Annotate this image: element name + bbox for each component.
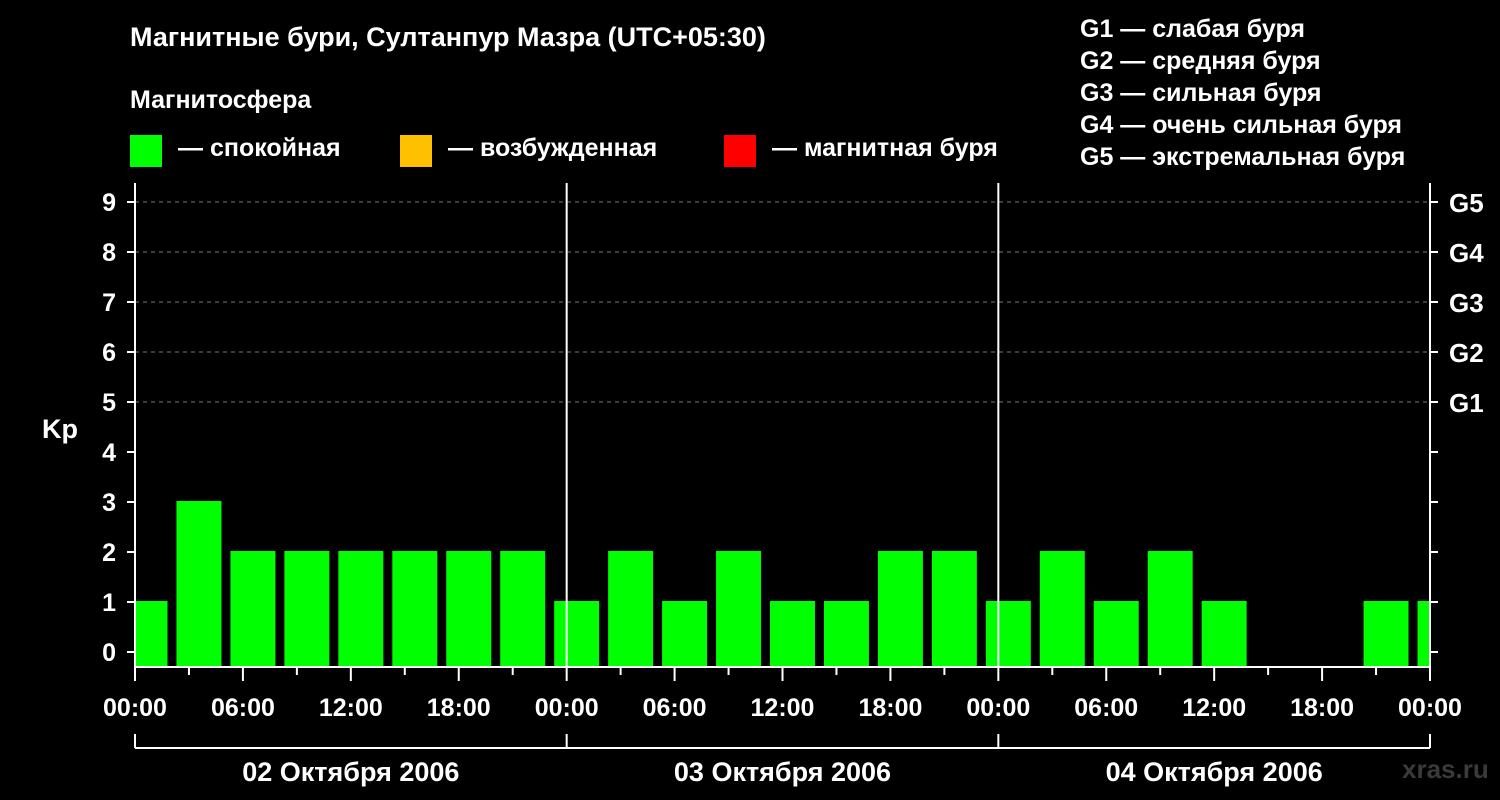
g-level-label: G1 bbox=[1449, 388, 1484, 418]
x-tick-label: 00:00 bbox=[1398, 694, 1462, 722]
kp-bar bbox=[284, 551, 330, 667]
kp-bar bbox=[662, 601, 708, 667]
y-tick-label: 6 bbox=[102, 339, 116, 367]
kp-bar bbox=[1039, 551, 1085, 667]
y-tick-label: 9 bbox=[102, 189, 116, 217]
g-level-label: G5 bbox=[1449, 188, 1484, 218]
g-level-label: G4 bbox=[1449, 238, 1484, 268]
kp-bar bbox=[931, 551, 977, 667]
kp-bar bbox=[392, 551, 438, 667]
kp-bar bbox=[877, 551, 923, 667]
x-tick-label: 12:00 bbox=[1182, 694, 1246, 722]
x-tick-label: 18:00 bbox=[1290, 694, 1354, 722]
y-tick-label: 2 bbox=[102, 539, 116, 567]
kp-bar bbox=[136, 601, 168, 667]
y-tick-label: 5 bbox=[102, 389, 116, 417]
x-tick-label: 18:00 bbox=[427, 694, 491, 722]
kp-bar bbox=[446, 551, 492, 667]
day-label: 03 Октября 2006 bbox=[674, 757, 891, 787]
kp-bar bbox=[230, 551, 276, 667]
day-label: 04 Октября 2006 bbox=[1106, 757, 1323, 787]
y-tick-label: 1 bbox=[102, 589, 116, 617]
y-tick-label: 0 bbox=[102, 639, 116, 667]
kp-bar bbox=[1417, 601, 1430, 667]
x-tick-label: 00:00 bbox=[966, 694, 1030, 722]
day-label: 02 Октября 2006 bbox=[242, 757, 459, 787]
x-tick-label: 12:00 bbox=[751, 694, 815, 722]
g-level-label: G3 bbox=[1449, 288, 1484, 318]
x-tick-label: 00:00 bbox=[535, 694, 599, 722]
y-tick-label: 3 bbox=[102, 489, 116, 517]
g-level-label: G2 bbox=[1449, 338, 1484, 368]
kp-bar bbox=[1201, 601, 1247, 667]
y-axis-label: Kp bbox=[42, 414, 78, 444]
kp-bar bbox=[1363, 601, 1409, 667]
kp-bar bbox=[338, 551, 384, 667]
x-tick-label: 06:00 bbox=[211, 694, 275, 722]
kp-chart: 0 1 2 3 4 5 6 7 8 9 G1 G2 G3 G4 G5 Kp 00:00 06:00 12:00 18:… bbox=[42, 183, 1484, 787]
kp-bar bbox=[176, 501, 222, 667]
kp-bar bbox=[500, 551, 546, 667]
x-tick-label: 00:00 bbox=[103, 694, 167, 722]
y-tick-label: 7 bbox=[102, 289, 116, 317]
watermark: xras.ru bbox=[1402, 754, 1489, 784]
kp-bar bbox=[823, 601, 869, 667]
y-tick-label: 8 bbox=[102, 239, 116, 267]
kp-bar bbox=[716, 551, 762, 667]
kp-bar bbox=[770, 601, 815, 667]
x-tick-label: 06:00 bbox=[643, 694, 707, 722]
y-tick-label: 4 bbox=[102, 439, 116, 467]
kp-bar bbox=[985, 601, 1031, 667]
x-tick-label: 12:00 bbox=[319, 694, 383, 722]
kp-bar bbox=[608, 551, 654, 667]
x-tick-label: 18:00 bbox=[858, 694, 922, 722]
kp-bar bbox=[1093, 601, 1139, 667]
kp-bar bbox=[1147, 551, 1193, 667]
x-tick-label: 06:00 bbox=[1074, 694, 1138, 722]
kp-bar bbox=[554, 601, 600, 667]
